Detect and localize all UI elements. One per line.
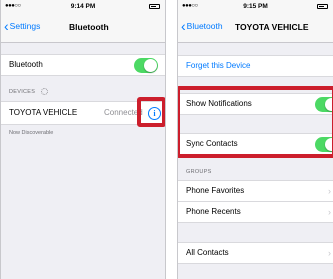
info-icon[interactable]: i [148, 107, 161, 120]
forget-device-button[interactable]: Forget this Device [178, 55, 333, 77]
bluetooth-label: Bluetooth [9, 60, 43, 69]
show-notifications-label: Show Notifications [186, 99, 252, 108]
sync-contacts-row: Sync Contacts [178, 133, 333, 155]
bluetooth-toggle[interactable] [134, 58, 158, 73]
nav-bar: ‹ Bluetooth TOYOTA VEHICLE [178, 13, 333, 43]
show-notifications-toggle[interactable] [315, 97, 333, 112]
show-notifications-row: Show Notifications [178, 93, 333, 115]
chevron-right-icon: › [328, 207, 331, 217]
chevron-left-icon: ‹ [181, 17, 186, 34]
back-button-label: Bluetooth [186, 21, 223, 31]
nav-bar: ‹ Settings Bluetooth [1, 13, 165, 43]
groups-header: GROUPS [186, 169, 212, 175]
devices-header: DEVICES [9, 88, 49, 95]
devices-header-label: DEVICES [9, 88, 36, 95]
page-title: TOYOTA VEHICLE [235, 22, 309, 32]
device-settings-screen: ●●●○○ 9:15 PM ‹ Bluetooth TOYOTA VEHICLE… [177, 0, 333, 279]
status-time: 9:15 PM [243, 3, 268, 10]
back-button[interactable]: ‹ Bluetooth [181, 17, 223, 34]
battery-icon [317, 4, 328, 9]
page-title: Bluetooth [69, 22, 109, 32]
battery-icon [149, 4, 160, 9]
sync-contacts-label: Sync Contacts [186, 139, 238, 148]
searching-spinner-icon [41, 88, 49, 95]
sync-contacts-toggle[interactable] [315, 137, 333, 152]
all-contacts-label: All Contacts [186, 248, 229, 257]
back-button[interactable]: ‹ Settings [4, 17, 41, 34]
group-row-phone-favorites[interactable]: Phone Favorites › [178, 180, 333, 202]
group-label: Phone Favorites [186, 186, 245, 195]
group-row-phone-recents[interactable]: Phone Recents › [178, 201, 333, 223]
toggle-knob [325, 98, 333, 111]
discoverable-text: Now Discoverable [9, 130, 54, 136]
chevron-left-icon: ‹ [4, 17, 9, 34]
chevron-right-icon: › [328, 248, 331, 258]
status-bar: ●●●○○ 9:15 PM [178, 0, 333, 13]
forget-device-label: Forget this Device [186, 61, 251, 70]
group-label: Phone Recents [186, 207, 241, 216]
back-button-label: Settings [9, 21, 41, 31]
status-time: 9:14 PM [70, 3, 96, 10]
device-row-toyota[interactable]: TOYOTA VEHICLE Connected [1, 101, 165, 125]
bluetooth-row: Bluetooth [1, 54, 165, 76]
toggle-knob [144, 59, 157, 72]
bluetooth-settings-screen: ●●●○○ 9:14 PM ‹ Settings Bluetooth Bluet… [0, 0, 166, 279]
chevron-right-icon: › [328, 186, 331, 196]
device-name: TOYOTA VEHICLE [9, 108, 78, 117]
device-status: Connected [104, 108, 143, 117]
status-bar: ●●●○○ 9:14 PM [1, 0, 165, 13]
all-contacts-row[interactable]: All Contacts › [178, 242, 333, 264]
toggle-knob [325, 138, 333, 151]
